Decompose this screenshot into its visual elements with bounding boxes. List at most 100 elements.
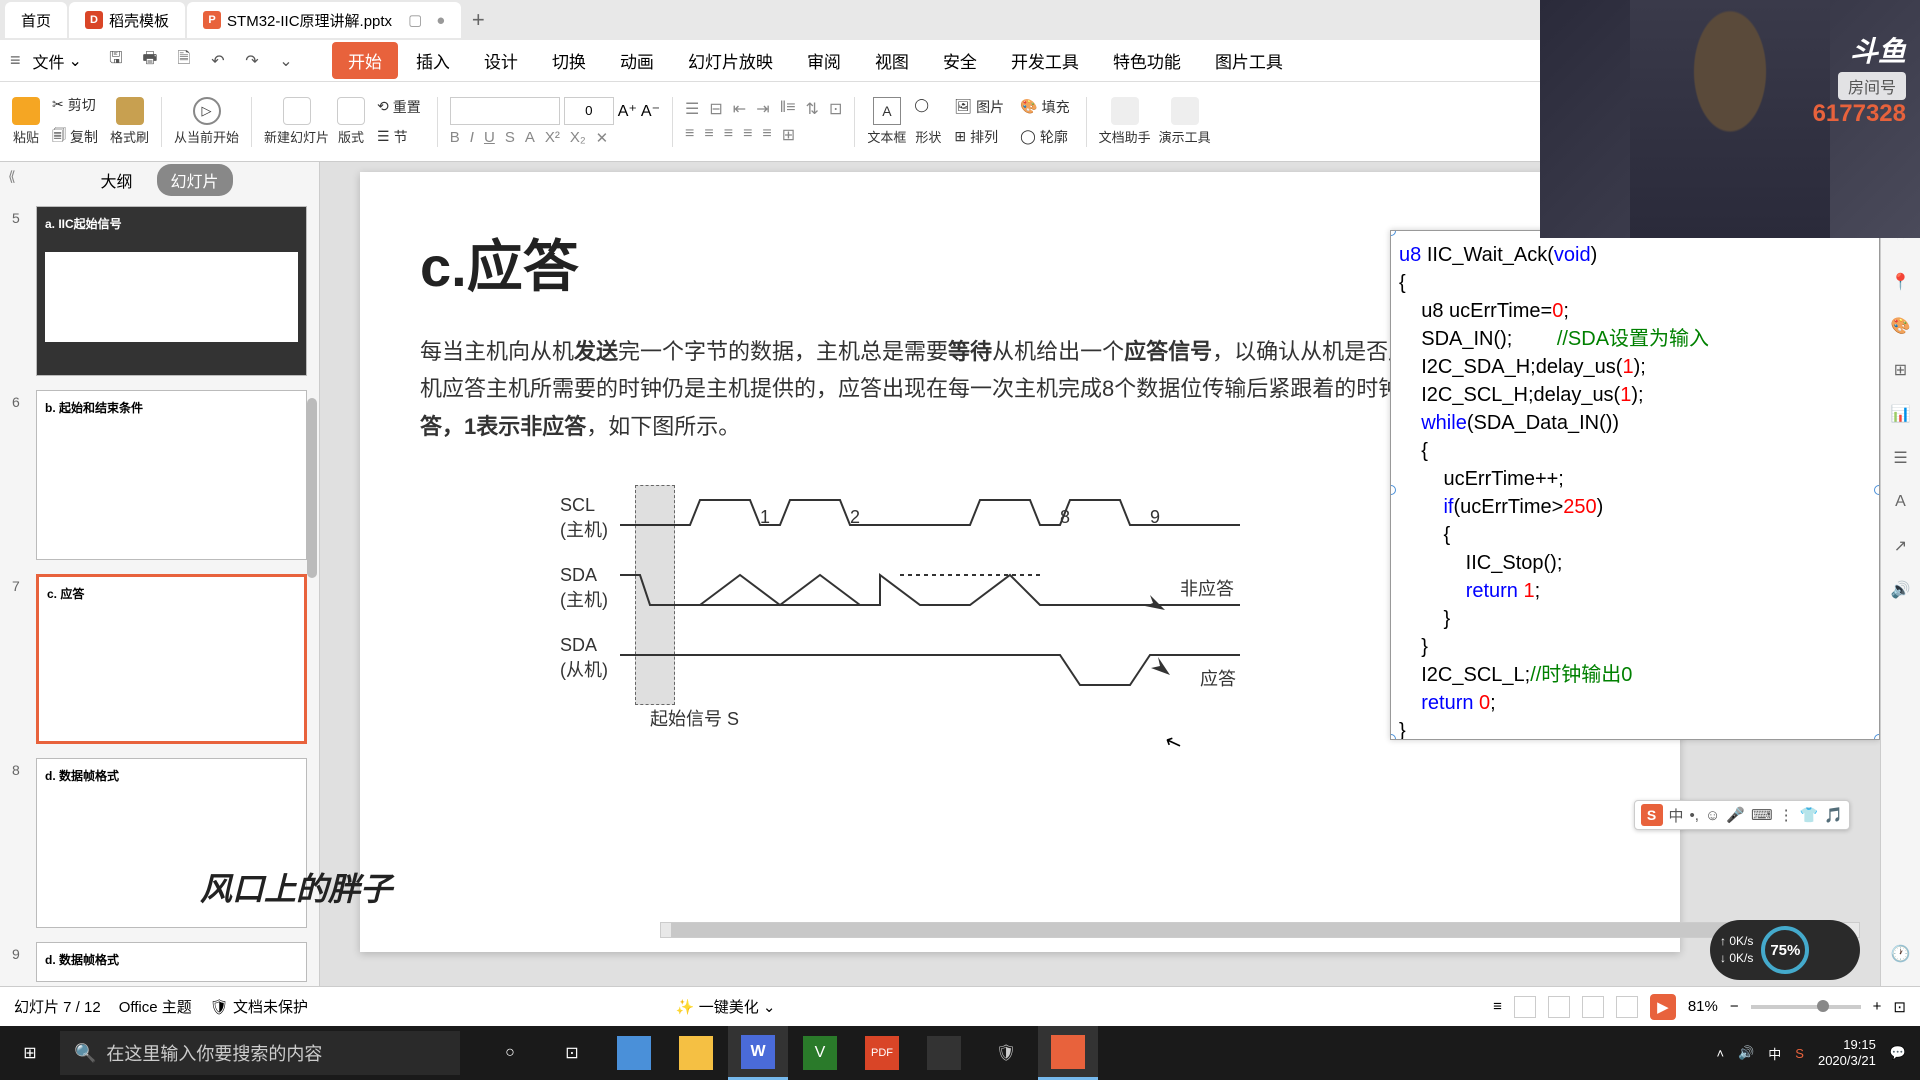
- app3-icon[interactable]: [1038, 1026, 1098, 1080]
- outline-button[interactable]: ◯轮廓: [1016, 125, 1073, 149]
- slide-thumbnail[interactable]: a. IIC起始信号: [36, 206, 307, 376]
- arrange-button[interactable]: ⊞排列: [950, 125, 1008, 149]
- ime-voice-icon[interactable]: 🎤: [1726, 806, 1745, 824]
- fit-button[interactable]: ⊡: [1893, 998, 1906, 1016]
- resize-handle[interactable]: [1390, 230, 1396, 236]
- explorer-icon[interactable]: [666, 1026, 726, 1080]
- ime-emoji-icon[interactable]: ☺: [1705, 807, 1720, 824]
- ime-keyboard-icon[interactable]: ⌨: [1751, 806, 1773, 824]
- ime-punct[interactable]: •,: [1690, 807, 1699, 824]
- notes-view-button[interactable]: [1616, 996, 1638, 1018]
- normal-view-button[interactable]: [1514, 996, 1536, 1018]
- color-tool-icon[interactable]: 🎨: [1889, 314, 1913, 338]
- taskview-icon[interactable]: ⊡: [542, 1026, 602, 1080]
- print-icon[interactable]: 🖶: [138, 49, 162, 73]
- scrollbar-thumb[interactable]: [671, 923, 1797, 937]
- panel-tab-outline[interactable]: 大纲: [86, 164, 146, 196]
- hamburger-icon[interactable]: ≡: [10, 50, 21, 71]
- ribbon-tab-transition[interactable]: 切换: [536, 42, 602, 79]
- sorter-view-button[interactable]: [1548, 996, 1570, 1018]
- slideshow-button[interactable]: ▶: [1650, 994, 1676, 1020]
- line-spacing-button[interactable]: ‖≡: [780, 99, 796, 119]
- increase-font-icon[interactable]: A⁺: [618, 101, 637, 121]
- strikethrough-button[interactable]: S: [505, 129, 515, 147]
- clear-format-button[interactable]: ✕: [596, 129, 609, 147]
- tab-window-icon[interactable]: ▢: [408, 11, 422, 29]
- paste-button[interactable]: 粘贴: [12, 97, 40, 146]
- picture-button[interactable]: 🖼图片: [950, 95, 1008, 119]
- numbering-button[interactable]: ⊟: [709, 99, 722, 119]
- text-direction-button[interactable]: ⇅: [806, 99, 819, 119]
- history-tool-icon[interactable]: 🕐: [1889, 942, 1913, 966]
- ribbon-tab-picturetools[interactable]: 图片工具: [1199, 42, 1299, 79]
- tray-notifications-icon[interactable]: 💬: [1890, 1045, 1906, 1061]
- ime-music-icon[interactable]: 🎵: [1824, 806, 1843, 824]
- location-tool-icon[interactable]: 📍: [1889, 270, 1913, 294]
- section-button[interactable]: ☰节: [373, 125, 425, 149]
- from-begin-button[interactable]: ▷从当前开始: [174, 97, 239, 146]
- tray-clock[interactable]: 19:15 2020/3/21: [1818, 1037, 1876, 1068]
- new-slide-button[interactable]: 新建幻灯片: [264, 97, 329, 146]
- ribbon-tab-devtools[interactable]: 开发工具: [995, 42, 1095, 79]
- stats-tool-icon[interactable]: 📊: [1889, 402, 1913, 426]
- tray-ime-icon[interactable]: 中: [1768, 1044, 1781, 1063]
- shield-icon[interactable]: 🛡: [976, 1026, 1036, 1080]
- resize-handle[interactable]: [1390, 734, 1396, 740]
- zoom-in-button[interactable]: +: [1873, 998, 1882, 1015]
- bold-button[interactable]: B: [450, 129, 460, 147]
- beautify-button[interactable]: ✨ 一键美化 ⌄: [676, 996, 776, 1017]
- shape-button[interactable]: ◯形状: [914, 97, 942, 146]
- justify-button[interactable]: ≡: [743, 125, 752, 145]
- align-center-button[interactable]: ≡: [704, 125, 713, 145]
- ribbon-tab-animation[interactable]: 动画: [604, 42, 670, 79]
- start-button[interactable]: ⊞: [0, 1026, 60, 1080]
- share-tool-icon[interactable]: ↗: [1889, 534, 1913, 558]
- ribbon-tab-slideshow[interactable]: 幻灯片放映: [672, 42, 789, 79]
- ribbon-tab-view[interactable]: 视图: [859, 42, 925, 79]
- zoom-percent[interactable]: 81%: [1688, 998, 1718, 1015]
- align-text-button[interactable]: ⊡: [829, 99, 842, 119]
- app-icon[interactable]: [604, 1026, 664, 1080]
- notes-toggle-icon[interactable]: ≡: [1493, 998, 1502, 1015]
- tray-sogou-icon[interactable]: S: [1795, 1046, 1804, 1061]
- tab-add-button[interactable]: +: [463, 5, 493, 35]
- italic-button[interactable]: I: [470, 129, 474, 147]
- qat-dropdown-icon[interactable]: ⌄: [274, 49, 298, 73]
- ribbon-tab-security[interactable]: 安全: [927, 42, 993, 79]
- resize-handle[interactable]: [1390, 485, 1396, 495]
- thumbnails-scrollbar[interactable]: [307, 398, 317, 578]
- save-icon[interactable]: 🖫: [104, 49, 128, 73]
- zoom-thumb[interactable]: [1817, 1000, 1829, 1012]
- ime-more-icon[interactable]: ⋮: [1779, 806, 1794, 824]
- present-button[interactable]: 演示工具: [1159, 97, 1211, 146]
- grid-tool-icon[interactable]: ⊞: [1889, 358, 1913, 382]
- cut-button[interactable]: ✂剪切: [48, 93, 102, 117]
- cortana-icon[interactable]: ○: [480, 1026, 540, 1080]
- font-size-input[interactable]: [564, 97, 614, 125]
- distribute-button[interactable]: ≡: [762, 125, 771, 145]
- slide-thumbnail[interactable]: d. 数据帧格式: [36, 942, 307, 982]
- vim-icon[interactable]: V: [790, 1026, 850, 1080]
- list-tool-icon[interactable]: ☰: [1889, 446, 1913, 470]
- decrease-font-icon[interactable]: A⁻: [641, 101, 660, 121]
- ribbon-tab-features[interactable]: 特色功能: [1097, 42, 1197, 79]
- align-right-button[interactable]: ≡: [724, 125, 733, 145]
- slide-thumbnail-active[interactable]: c. 应答: [36, 574, 307, 744]
- copy-button[interactable]: 🗐复制: [48, 123, 102, 151]
- slide-thumbnail[interactable]: b. 起始和结束条件: [36, 390, 307, 560]
- reading-view-button[interactable]: [1582, 996, 1604, 1018]
- tab-template[interactable]: D 稻壳模板: [69, 2, 185, 38]
- tray-volume-icon[interactable]: 🔊: [1738, 1045, 1754, 1061]
- bullets-button[interactable]: ☰: [685, 99, 699, 119]
- tab-home[interactable]: 首页: [5, 2, 67, 38]
- ribbon-tab-start[interactable]: 开始: [332, 42, 398, 79]
- fill-button[interactable]: 🎨填充: [1016, 95, 1073, 119]
- decrease-indent-button[interactable]: ⇤: [733, 99, 746, 119]
- ribbon-tab-insert[interactable]: 插入: [400, 42, 466, 79]
- ribbon-tab-review[interactable]: 审阅: [791, 42, 857, 79]
- reset-button[interactable]: ⟲重置: [373, 95, 425, 119]
- align-left-button[interactable]: ≡: [685, 125, 694, 145]
- panel-tab-slides[interactable]: 幻灯片: [157, 164, 233, 196]
- network-gauge[interactable]: ↑ 0K/s ↓ 0K/s 75%: [1710, 920, 1860, 980]
- undo-icon[interactable]: ↶: [206, 49, 230, 73]
